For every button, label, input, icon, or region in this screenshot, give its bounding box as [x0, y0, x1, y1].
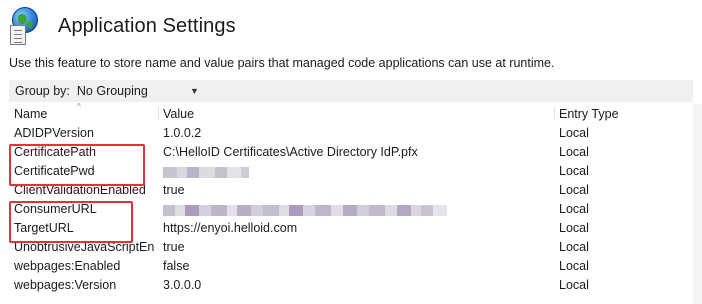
column-header-name[interactable]: Name — [14, 107, 47, 121]
redacted-value-blur — [163, 166, 249, 178]
setting-entry-type: Local — [559, 202, 589, 216]
group-by-toolbar: Group by: No Grouping ▼ — [9, 80, 693, 102]
setting-entry-type: Local — [559, 183, 589, 197]
sort-ascending-icon: ^ — [77, 102, 81, 111]
chevron-down-icon[interactable]: ▼ — [190, 86, 199, 96]
column-divider[interactable] — [158, 106, 159, 120]
setting-entry-type: Local — [559, 221, 589, 235]
redacted-value-blur — [163, 204, 447, 216]
page-title: Application Settings — [58, 14, 236, 37]
setting-value: false — [163, 259, 190, 273]
setting-name: webpages:Enabled — [14, 259, 121, 273]
column-divider[interactable] — [554, 106, 555, 120]
setting-entry-type: Local — [559, 259, 589, 273]
column-header-value[interactable]: Value — [163, 107, 194, 121]
group-by-value: No Grouping — [76, 84, 148, 98]
document-icon — [10, 25, 26, 45]
settings-table: Name ^ Value Entry Type ADIDPVersion 1.0… — [9, 102, 693, 295]
setting-value: true — [163, 183, 185, 197]
highlight-box-certificate — [9, 144, 145, 186]
setting-entry-type: Local — [559, 164, 589, 178]
setting-value: true — [163, 240, 185, 254]
group-by-dropdown[interactable]: No Grouping ▼ — [77, 84, 199, 98]
highlight-box-url — [9, 201, 133, 243]
setting-value: 1.0.0.2 — [163, 126, 202, 140]
application-settings-icon — [10, 7, 40, 45]
page-header: Application Settings — [10, 4, 236, 48]
redacted-value — [163, 164, 553, 178]
column-header-entry-type[interactable]: Entry Type — [559, 107, 619, 121]
vertical-scrollbar[interactable] — [693, 104, 702, 304]
setting-value: https://enyoi.helloid.com — [163, 221, 298, 235]
setting-entry-type: Local — [559, 278, 589, 292]
redacted-value — [163, 202, 553, 216]
table-row[interactable]: ADIDPVersion 1.0.0.2 Local — [9, 124, 693, 143]
page-description: Use this feature to store name and value… — [9, 56, 555, 70]
setting-name: webpages:Version — [14, 278, 117, 292]
setting-entry-type: Local — [559, 126, 589, 140]
group-by-label: Group by: — [15, 84, 70, 98]
setting-value: 3.0.0.0 — [163, 278, 202, 292]
setting-entry-type: Local — [559, 240, 589, 254]
table-row[interactable]: webpages:Enabled false Local — [9, 257, 693, 276]
setting-name: ADIDPVersion — [14, 126, 94, 140]
table-header: Name ^ Value Entry Type — [9, 102, 693, 124]
setting-entry-type: Local — [559, 145, 589, 159]
table-row[interactable]: webpages:Version 3.0.0.0 Local — [9, 276, 693, 295]
setting-value: C:\HelloID Certificates\Active Directory… — [163, 145, 418, 159]
